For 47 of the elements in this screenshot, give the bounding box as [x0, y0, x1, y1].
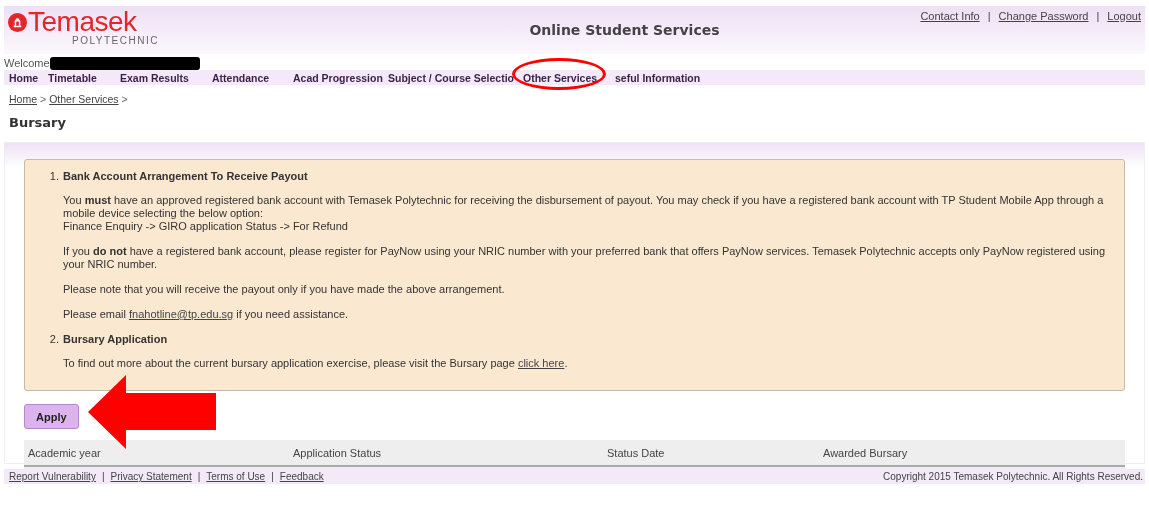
column-header: Awarded Bursary: [823, 446, 909, 459]
nav-item[interactable]: Attendance: [212, 71, 293, 84]
paragraph-text: You must have an approved registered bank account with Temasek Polytechnic for receiving the disbursement of payout. You may check if you have a registered bank account with TP Student Mobile App through a mobile device selecting the below option: Finance Enquiry -> GIRO application Status -> For Refund: [63, 194, 1105, 233]
separator: |: [271, 471, 274, 482]
header-link[interactable]: Logout: [1107, 10, 1141, 22]
nav-item[interactable]: seful Information: [615, 71, 701, 84]
column-header: Academic year: [28, 446, 102, 459]
nav-item[interactable]: Timetable: [48, 71, 120, 84]
footer-link[interactable]: Feedback: [279, 471, 324, 482]
breadcrumb-separator: >: [121, 93, 128, 105]
paragraph-text: If you do not have a registered bank account, please register for PayNow using your NRIC number with your preferred bank that offers PayNow services. Temasek Polytechnic accepts only PayNow registered using your NRIC number.: [63, 245, 1107, 271]
separator: |: [197, 471, 201, 482]
site-title: Online Student Services: [528, 22, 721, 38]
separator: |: [987, 10, 991, 22]
welcome-text: Welcome: [4, 57, 50, 69]
crest-icon: [8, 12, 27, 32]
logo-subtitle: POLYTECHNIC: [72, 36, 160, 46]
nav-item[interactable]: Exam Results: [120, 71, 212, 84]
nav-item[interactable]: Subject / Course Selectio: [388, 71, 523, 84]
apply-button[interactable]: Apply: [24, 404, 79, 429]
nav-item[interactable]: Home: [9, 71, 48, 84]
breadcrumb-link[interactable]: Home: [9, 93, 37, 105]
footer-link[interactable]: Report Vulnerability: [9, 471, 96, 482]
paragraph-text: Please email fnahotline@tp.edu.sg if you need assistance.: [63, 308, 350, 321]
column-header: Status Date: [607, 446, 666, 459]
footer-link[interactable]: Terms of Use: [206, 471, 266, 482]
logo-name: Temasek: [28, 8, 137, 36]
breadcrumb-link[interactable]: Other Services: [49, 93, 119, 105]
separator: |: [101, 471, 105, 482]
list-number: 1.: [49, 170, 59, 182]
nav-item[interactable]: Other Services: [523, 71, 615, 84]
email-link[interactable]: fnahotline@tp.edu.sg: [129, 308, 234, 320]
section-title: Bursary Application: [63, 333, 168, 345]
page-title: Bursary: [9, 115, 67, 130]
breadcrumb-separator: >: [40, 93, 47, 105]
arrow-icon: [88, 375, 216, 449]
separator: |: [1096, 10, 1100, 22]
section-title: Bank Account Arrangement To Receive Payout: [63, 170, 308, 182]
paragraph-text: Please note that you will receive the payout only if you have made the above arrangement.: [63, 283, 506, 296]
header-link[interactable]: Contact Info: [920, 10, 980, 22]
paragraph-text: To find out more about the current bursary application exercise, please visit the Bursary page click here.: [63, 357, 569, 370]
nav-item[interactable]: Acad Progression: [293, 71, 388, 84]
header-link[interactable]: Change Password: [998, 10, 1089, 22]
column-header: Application Status: [293, 446, 383, 459]
list-number: 2.: [49, 333, 59, 345]
copyright-text: Copyright 2015 Temasek Polytechnic. All Rights Reserved.: [883, 471, 1143, 482]
footer-link[interactable]: Privacy Statement: [110, 471, 192, 482]
